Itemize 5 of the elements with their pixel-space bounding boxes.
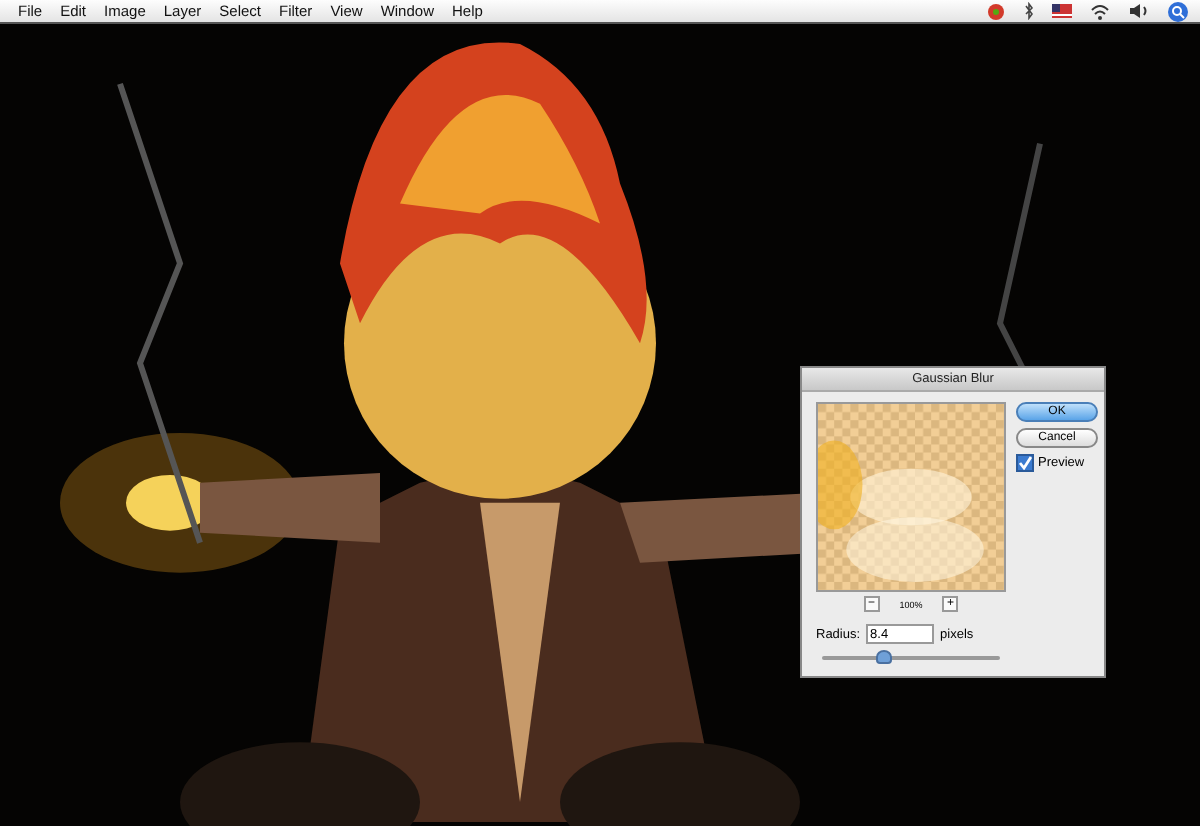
volume-icon[interactable]	[1128, 2, 1150, 20]
search-icon[interactable]	[1168, 1, 1188, 21]
bluetooth-icon[interactable]	[1024, 2, 1034, 20]
flag-icon[interactable]	[1052, 4, 1072, 18]
wifi-icon[interactable]	[1090, 3, 1110, 19]
